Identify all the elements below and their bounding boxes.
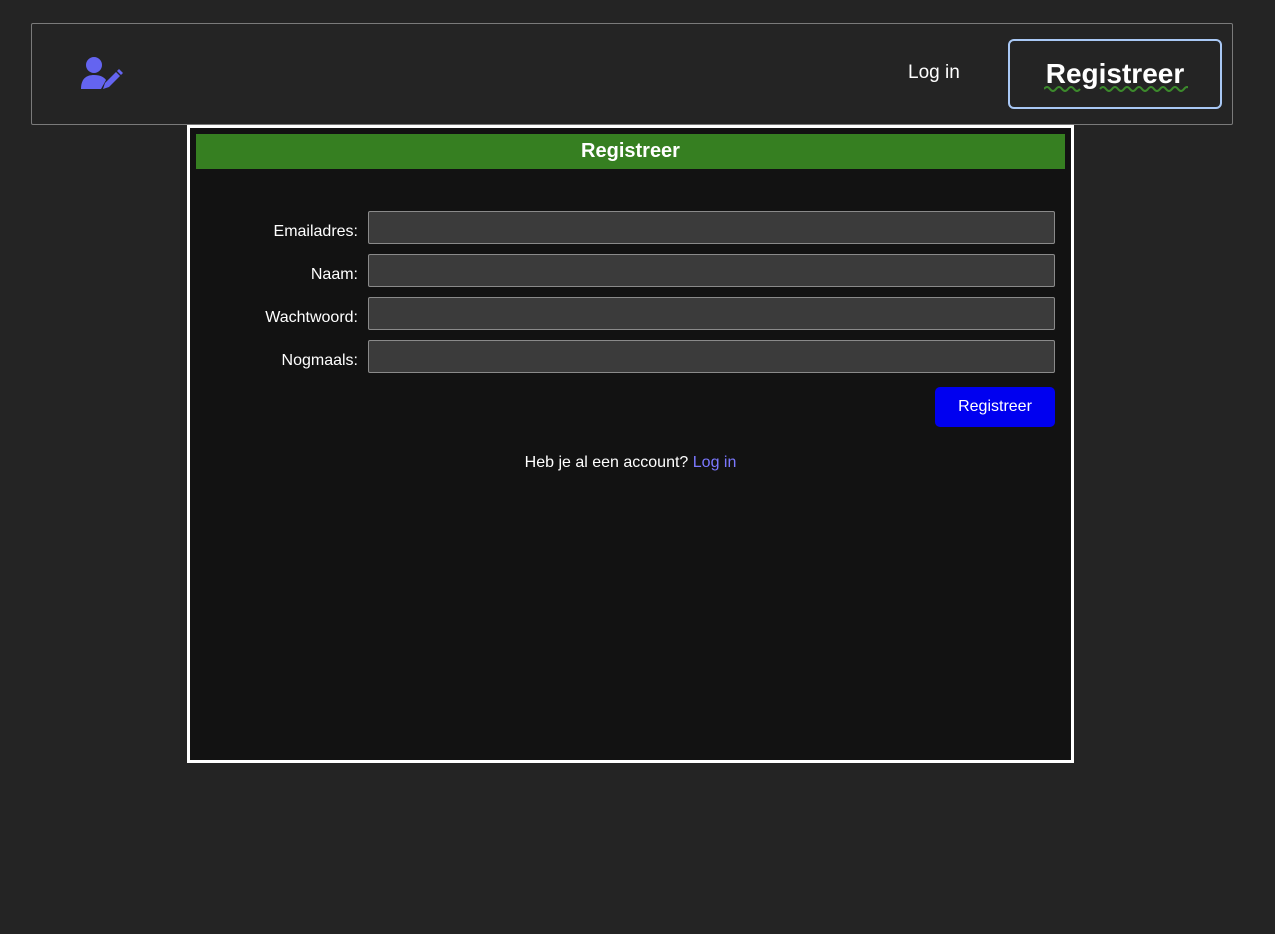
name-field[interactable] (368, 254, 1055, 287)
nav-login-link[interactable]: Log in (908, 62, 960, 84)
register-submit-button[interactable]: Registreer (935, 387, 1055, 427)
name-label: Naam: (310, 266, 358, 283)
panel-title: Registreer (196, 134, 1065, 169)
register-panel: Registreer Emailadres: Naam: Wachtwoord:… (187, 125, 1074, 763)
nav-register-button[interactable]: Registreer (1008, 39, 1222, 109)
password-field[interactable] (368, 297, 1055, 330)
user-edit-icon[interactable] (80, 56, 124, 92)
password-repeat-field[interactable] (368, 340, 1055, 373)
login-prompt: Heb je al een account? Log in (190, 454, 1071, 472)
login-prompt-text: Heb je al een account? (524, 454, 689, 471)
email-field[interactable] (368, 211, 1055, 244)
navbar: Log in Registreer (31, 23, 1233, 125)
login-link[interactable]: Log in (693, 454, 737, 471)
password-repeat-label: Nogmaals: (281, 352, 358, 369)
password-label: Wachtwoord: (265, 309, 358, 326)
email-label: Emailadres: (273, 223, 358, 240)
nav-register-label: Registreer (1045, 58, 1185, 89)
